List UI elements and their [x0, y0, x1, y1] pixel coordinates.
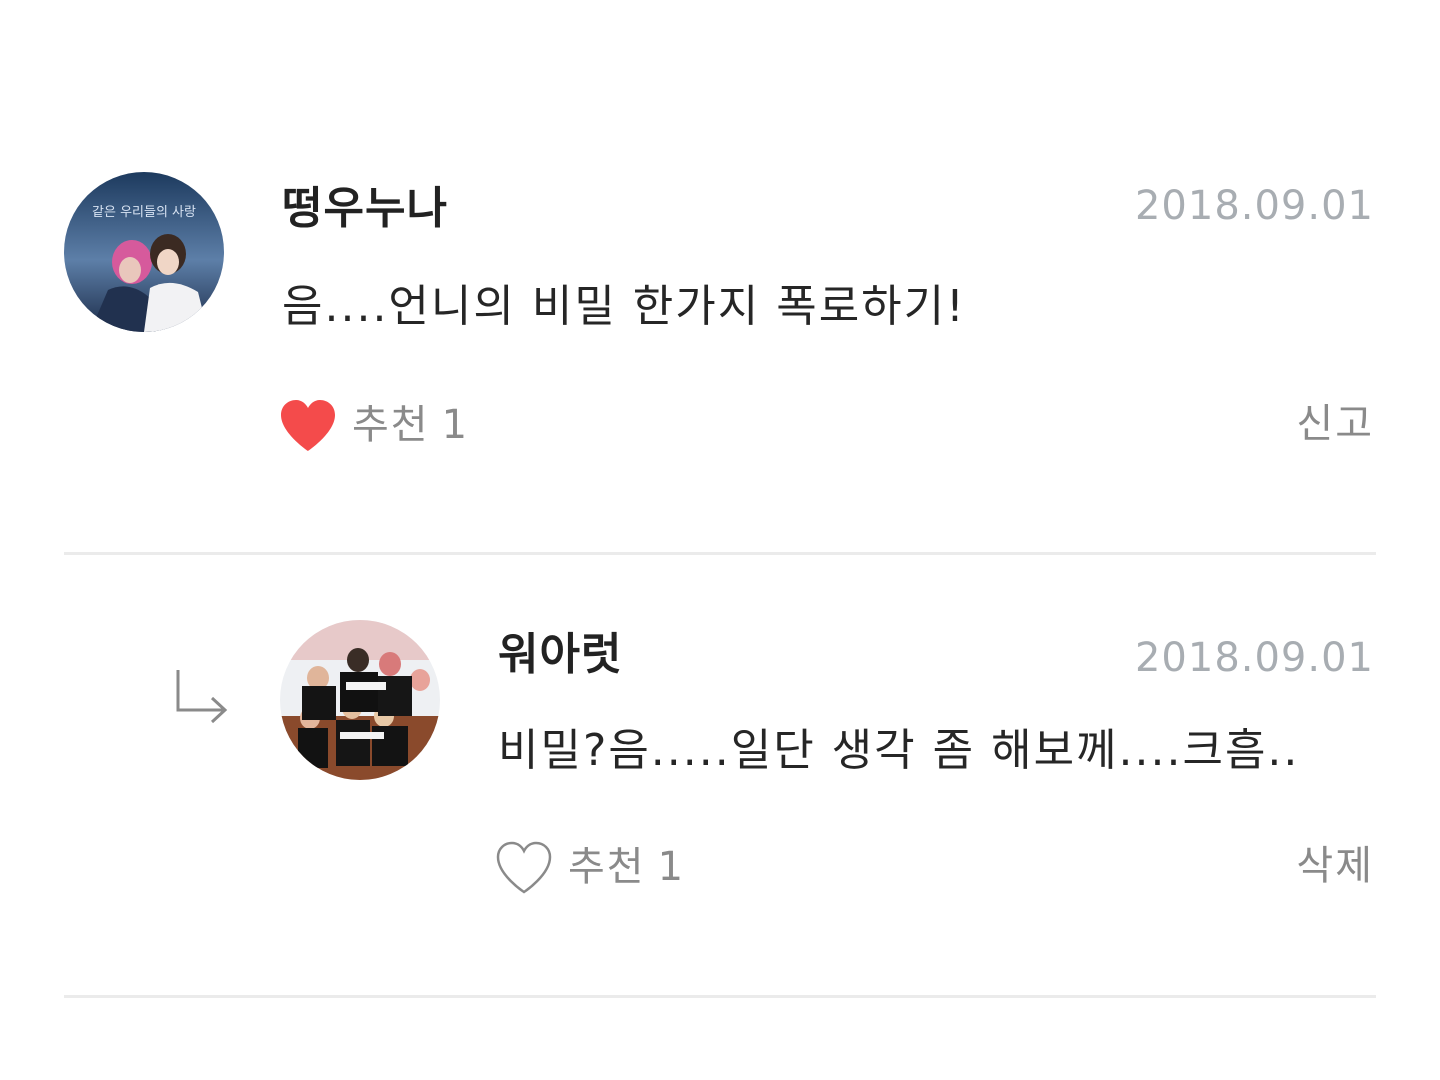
like-count: 1	[441, 402, 468, 448]
avatar-image: 같은 우리들의 사랑	[64, 172, 224, 332]
reply-item	[0, 556, 1440, 998]
divider	[64, 995, 1376, 998]
comment-item: 같은 우리들의 사랑 떵우누나 2018.09.01 음....언니의 비밀 한…	[0, 0, 1440, 555]
reply-arrow-icon	[176, 670, 228, 724]
comment-text: 음....언니의 비밀 한가지 폭로하기!	[282, 281, 966, 332]
comment-date: 2018.09.01	[1134, 183, 1374, 229]
like-button[interactable]: 추천 1	[494, 839, 683, 895]
avatar-image	[280, 620, 440, 780]
heart-outline-icon	[496, 841, 552, 894]
comment-text: 비밀?음.....일단 생각 좀 해보께....크흠..	[498, 725, 1300, 776]
like-label: 추천	[568, 844, 646, 890]
like-button[interactable]: 추천 1	[278, 397, 467, 453]
like-count: 1	[657, 844, 684, 890]
avatar[interactable]: 같은 우리들의 사랑	[64, 172, 224, 332]
like-label: 추천	[352, 402, 430, 448]
heart-filled-icon	[281, 400, 335, 451]
avatar-caption: 같은 우리들의 사랑	[92, 205, 196, 220]
comment-author[interactable]: 떵우누나	[282, 187, 448, 231]
report-button[interactable]: 신고	[1296, 404, 1374, 444]
avatar[interactable]	[280, 620, 440, 780]
comment-author[interactable]: 워아럿	[498, 633, 622, 677]
divider	[64, 552, 1376, 555]
delete-button[interactable]: 삭제	[1296, 846, 1374, 886]
comment-date: 2018.09.01	[1134, 635, 1374, 681]
